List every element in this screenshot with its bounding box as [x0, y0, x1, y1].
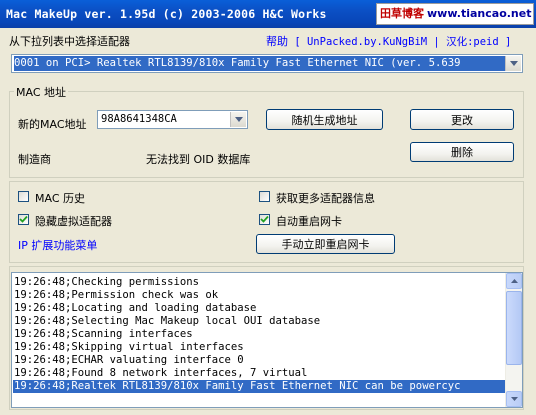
chevron-down-icon[interactable] [230, 112, 246, 127]
mac-history-label: MAC 历史 [35, 192, 85, 205]
help-credit-line: 帮助 [ UnPacked.by.KuNgBiM | 汉化:peid ] [266, 33, 511, 49]
checkmark-icon [19, 215, 28, 223]
adapter-dropdown[interactable]: 0001 on PCI> Realtek RTL8139/810x Family… [11, 54, 523, 73]
remove-button[interactable]: 删除 [410, 142, 514, 162]
log-line[interactable]: 19:26:48;Skipping virtual interfaces [13, 341, 505, 354]
log-line[interactable]: 19:26:48;Scanning interfaces [13, 328, 505, 341]
watermark-url: www.tiancao.net [427, 7, 532, 20]
chevron-down-icon [510, 397, 518, 401]
random-address-button[interactable]: 随机生成地址 [266, 109, 383, 130]
log-lines: 19:26:48;Checking permissions 19:26:48;P… [13, 276, 505, 393]
credit-open-bracket: [ [294, 36, 301, 48]
adapter-select-label: 从下拉列表中选择适配器 [9, 35, 130, 48]
watermark-cn: 田草博客 [380, 7, 424, 20]
help-link[interactable]: 帮助 [266, 35, 288, 48]
watermark-banner: 田草博客 www.tiancao.net [376, 3, 534, 25]
log-line[interactable]: 19:26:48;Checking permissions [13, 276, 505, 289]
hide-virtual-label: 隐藏虚拟适配器 [35, 215, 112, 228]
ip-extended-menu-link[interactable]: IP 扩展功能菜单 [18, 237, 97, 253]
change-button[interactable]: 更改 [410, 109, 514, 130]
chevron-up-icon [510, 279, 518, 283]
log-listbox[interactable]: 19:26:48;Checking permissions 19:26:48;P… [11, 272, 523, 408]
scroll-up-button[interactable] [506, 273, 522, 289]
log-line-selected[interactable]: 19:26:48;Realtek RTL8139/810x Family Fas… [13, 380, 505, 393]
manufacturer-value: 无法找到 OID 数据库 [146, 153, 251, 166]
window-title: Mac MakeUp ver. 1.95d (c) 2003-2006 H&C … [6, 7, 327, 21]
unpacked-credit-link[interactable]: UnPacked.by.KuNgBiM [307, 36, 427, 48]
auto-restart-checkbox[interactable] [259, 214, 270, 225]
log-line[interactable]: 19:26:48;Selecting Mac Makeup local OUI … [13, 315, 505, 328]
manufacturer-label: 制造商 [18, 153, 51, 166]
adapter-dropdown-value: 0001 on PCI> Realtek RTL8139/810x Family… [14, 56, 505, 71]
scroll-down-button[interactable] [506, 391, 522, 407]
mac-group-title: MAC 地址 [14, 84, 68, 100]
manual-restart-button[interactable]: 手动立即重启网卡 [256, 234, 395, 254]
mac-address-group [9, 91, 524, 178]
credit-close-bracket: ] [505, 36, 512, 48]
chevron-down-icon[interactable] [505, 56, 521, 71]
more-info-checkbox[interactable] [259, 191, 270, 202]
translator-credit-link[interactable]: 汉化:peid [446, 36, 499, 48]
new-mac-value: 98A8641348CA [101, 113, 177, 125]
credit-separator: | [433, 36, 440, 48]
mac-history-checkbox[interactable] [18, 191, 29, 202]
scroll-thumb[interactable] [506, 291, 522, 365]
log-line[interactable]: 19:26:48;Found 8 network interfaces, 7 v… [13, 367, 505, 380]
log-line[interactable]: 19:26:48;ECHAR valuating interface 0 [13, 354, 505, 367]
log-scrollbar[interactable] [505, 273, 522, 407]
log-line[interactable]: 19:26:48;Permission check was ok [13, 289, 505, 302]
title-bar[interactable]: Mac MakeUp ver. 1.95d (c) 2003-2006 H&C … [0, 0, 536, 28]
new-mac-label: 新的MAC地址 [18, 118, 87, 131]
auto-restart-label: 自动重启网卡 [276, 215, 342, 228]
more-info-label: 获取更多适配器信息 [276, 192, 375, 205]
log-line[interactable]: 19:26:48;Locating and loading database [13, 302, 505, 315]
hide-virtual-checkbox[interactable] [18, 214, 29, 225]
checkmark-icon [260, 215, 269, 223]
new-mac-combo[interactable]: 98A8641348CA [97, 110, 248, 129]
